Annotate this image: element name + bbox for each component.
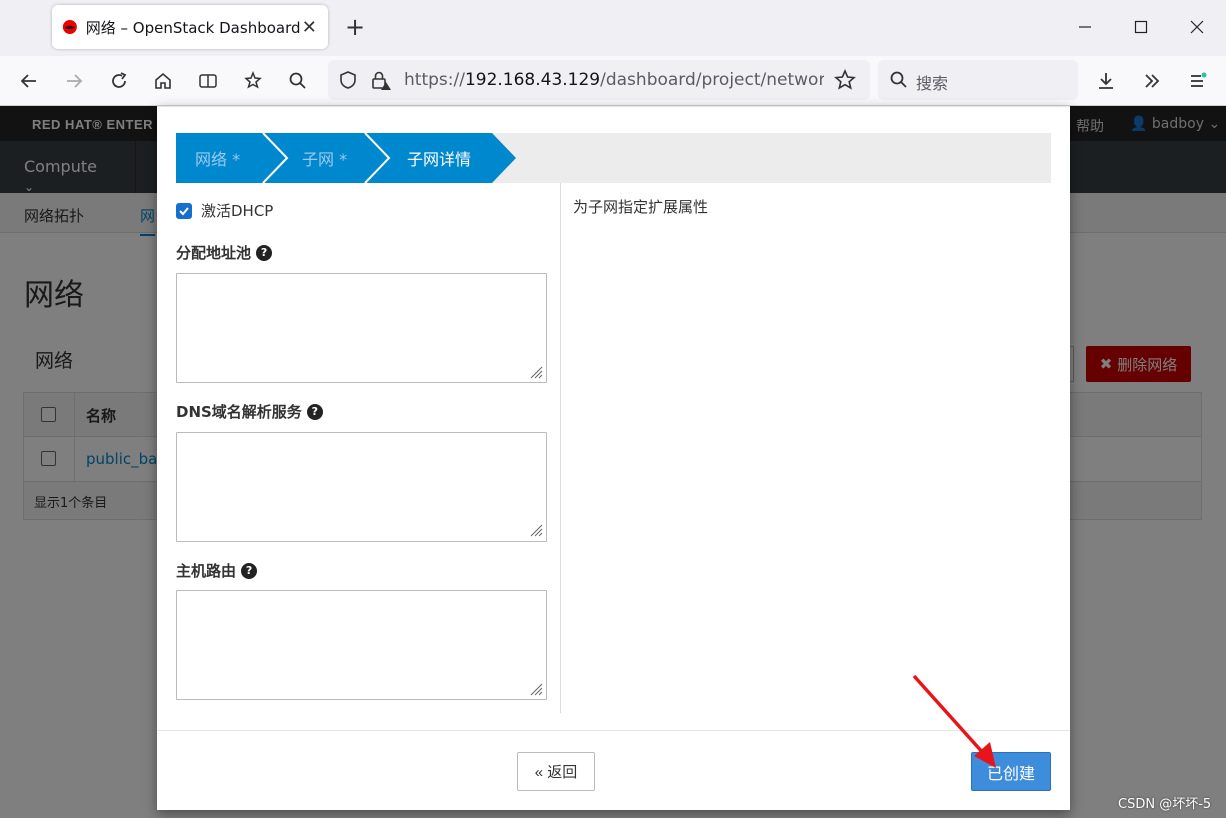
subnet-details-form: 激活DHCP 分配地址池? DNS域名解析服务? 主机路由?: [176, 183, 560, 713]
reload-icon[interactable]: [103, 66, 135, 96]
host-routes-textarea[interactable]: [176, 590, 547, 700]
red-annotation-arrow: [912, 674, 996, 768]
redhat-favicon-icon: [62, 20, 77, 34]
dhcp-row: 激活DHCP: [176, 200, 273, 221]
search-placeholder: 搜索: [916, 74, 949, 93]
enable-dhcp-checkbox[interactable]: [176, 202, 192, 219]
back-button[interactable]: « 返回: [517, 752, 595, 791]
back-arrow-icon[interactable]: [13, 66, 45, 96]
close-tab-icon[interactable]: ✕: [301, 17, 318, 38]
help-icon[interactable]: ?: [241, 562, 258, 579]
wizard-step-network[interactable]: 网络 *: [195, 133, 240, 183]
watermark: CSDN @坏坏-5: [1118, 797, 1212, 812]
download-icon[interactable]: [1090, 66, 1122, 96]
reader-view-icon[interactable]: [192, 66, 224, 96]
bookmark-star-icon[interactable]: [834, 69, 856, 91]
column-divider: [560, 183, 561, 713]
url-bar[interactable]: https://192.168.43.129/dashboard/project…: [328, 60, 870, 100]
help-description: 为子网指定扩展属性: [573, 198, 709, 216]
home-icon[interactable]: [147, 66, 179, 96]
dns-servers-label-text: DNS域名解析服务: [176, 403, 302, 421]
browser-tab-strip: 网络 – OpenStack Dashboard ✕ +: [0, 0, 1226, 56]
resize-grip-icon[interactable]: [529, 365, 543, 379]
help-icon[interactable]: ?: [306, 403, 323, 420]
help-icon[interactable]: ?: [256, 244, 273, 261]
wizard-step-subnet-details[interactable]: 子网详情: [407, 133, 471, 183]
allocation-pools-label: 分配地址池?: [176, 242, 273, 263]
web-search-bar[interactable]: 搜索: [878, 60, 1078, 100]
forward-arrow-icon[interactable]: [58, 66, 90, 96]
minimize-icon[interactable]: [1070, 14, 1100, 40]
search-icon: [890, 71, 907, 88]
allocation-pools-textarea[interactable]: [176, 273, 547, 383]
close-window-icon[interactable]: [1182, 14, 1212, 40]
resize-grip-icon[interactable]: [529, 682, 543, 696]
wizard-steps: 网络 * 子网 * 子网详情: [176, 133, 1051, 183]
allocation-pools-label-text: 分配地址池: [176, 244, 252, 262]
wizard-step-subnet-details-label: 子网详情: [407, 150, 472, 169]
wizard-step-subnet-label: 子网 *: [302, 150, 348, 169]
wizard-step-subnet[interactable]: 子网 *: [302, 133, 347, 183]
host-routes-label: 主机路由?: [176, 560, 258, 581]
tab-title: 网络 – OpenStack Dashboard: [85, 18, 301, 37]
url-scheme: https://: [404, 70, 465, 90]
host-routes-label-text: 主机路由: [176, 562, 237, 580]
app-menu-icon[interactable]: [1181, 66, 1213, 96]
browser-tab[interactable]: 网络 – OpenStack Dashboard ✕: [52, 5, 328, 49]
dns-servers-textarea[interactable]: [176, 432, 547, 542]
extension-icon[interactable]: [237, 66, 269, 96]
maximize-icon[interactable]: [1126, 14, 1156, 40]
url-text: https://192.168.43.129/dashboard/project…: [404, 70, 824, 90]
new-tab-icon[interactable]: +: [342, 14, 368, 40]
resize-grip-icon[interactable]: [529, 523, 543, 537]
search-icon[interactable]: [282, 66, 314, 96]
overflow-chevron-icon[interactable]: [1136, 66, 1168, 96]
url-path: /dashboard/project/networks: [600, 70, 824, 90]
modal-header-divider: [157, 106, 1070, 107]
browser-toolbar: https://192.168.43.129/dashboard/project…: [0, 56, 1226, 106]
shield-icon[interactable]: [338, 70, 358, 90]
enable-dhcp-label[interactable]: 激活DHCP: [201, 200, 273, 221]
url-host: 192.168.43.129: [464, 70, 601, 90]
lock-warning-icon[interactable]: [370, 70, 392, 90]
wizard-step-network-label: 网络 *: [195, 150, 241, 169]
dns-servers-label: DNS域名解析服务?: [176, 401, 323, 422]
checkmark-icon: [179, 206, 189, 215]
